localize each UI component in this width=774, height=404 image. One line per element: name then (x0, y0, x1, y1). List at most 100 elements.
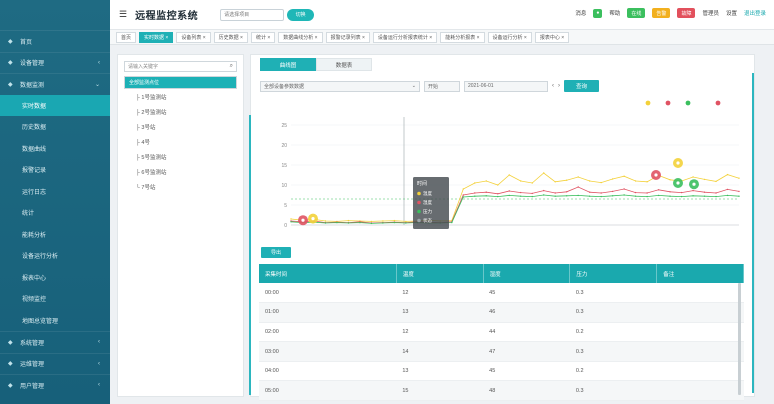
prev-icon[interactable]: ‹ (552, 83, 554, 89)
table-row[interactable]: 04:00 13 45 0.2 (259, 361, 744, 382)
date-input[interactable]: 2021-06-01 (464, 80, 548, 92)
column-header[interactable]: 湿度 (483, 264, 571, 283)
sidebar-item-7[interactable]: 运行日志 (0, 181, 110, 203)
main-panel: 曲线图 数据表 全部设备参数数据 ⌄ 开始 2021-06-01 ‹ › 查询 … (249, 54, 755, 402)
y-tick-label: 25 (281, 123, 287, 129)
y-tick-label: 15 (281, 163, 287, 169)
tab-item[interactable]: 报警记录列表 × (325, 31, 370, 43)
tab-item[interactable]: 设备运行分析报表统计 × (372, 31, 438, 43)
table-row[interactable]: 02:00 12 44 0.2 (259, 322, 744, 343)
settings-link[interactable]: 设置 (726, 9, 737, 17)
data-point (703, 191, 706, 193)
tree-node[interactable]: 全部监测点位 (124, 76, 237, 89)
device-tree-panel: 请输入关键字 ⌕ 全部监测点位 ├ 1号监测站 ├ 2号监测站 ├ 3号站 ├ 4号 ├ … (117, 54, 244, 397)
device-select[interactable]: 全部设备参数数据 ⌄ (260, 80, 420, 92)
alarm-badge[interactable]: 告警 (652, 8, 671, 18)
tab-item[interactable]: 报表中心 × (534, 31, 570, 43)
tab-item[interactable]: 设备运行分析 × (487, 31, 532, 43)
sidebar-item-label: 地图总览管理 (22, 318, 59, 325)
query-button[interactable]: 查询 (564, 80, 599, 92)
sidebar: ◆ 首页 ◆ 设备管理 ‹ ◆ 数据监测 ⌄ 实时数据 历史数据 数据曲线 报警记录 运行日志 统计 能耗分… (0, 0, 110, 404)
data-point (359, 221, 361, 224)
data-point (531, 192, 533, 195)
sidebar-item-16[interactable]: ◆ 用户管理 ‹ (0, 374, 110, 396)
table-scrollbar[interactable] (738, 283, 741, 395)
sidebar-item-4[interactable]: 历史数据 (0, 116, 110, 138)
start-select[interactable]: 开始 (424, 80, 460, 92)
tab-table[interactable]: 数据表 (316, 58, 372, 71)
column-header[interactable]: 温度 (396, 264, 484, 283)
user-name[interactable]: 管理员 (702, 9, 719, 17)
tab-item[interactable]: 统计 × (250, 31, 276, 43)
tree-node[interactable]: └ 7号站 (118, 179, 243, 194)
table-cell: 44 (483, 322, 570, 343)
tree-node[interactable]: ├ 4号 (118, 134, 243, 149)
tab-item[interactable]: 首页 (116, 31, 137, 43)
next-icon[interactable]: › (558, 83, 560, 89)
project-select[interactable]: 请选择项目 (220, 8, 285, 21)
sidebar-item-label: 首页 (20, 39, 33, 46)
tree-node[interactable]: ├ 1号监测站 (118, 89, 243, 104)
search-icon[interactable]: ⌕ (230, 63, 233, 70)
sidebar-item-14[interactable]: ◆ 系统管理 ‹ (0, 331, 110, 353)
menu-toggle-icon[interactable]: ☰ (119, 9, 127, 20)
column-header[interactable]: 压力 (569, 264, 658, 283)
tooltip-item-label: 压力 (423, 208, 432, 215)
data-point (611, 190, 614, 193)
line-chart[interactable]: 25 20 15 10 5 0 时间温度湿度压力状态 (251, 95, 751, 240)
sidebar-item-0[interactable]: ◆ 首页 (0, 30, 110, 52)
project-switch-button[interactable]: 切换 (287, 8, 315, 21)
table-cell: 0.3 (569, 380, 657, 402)
tree-node[interactable]: ├ 3号站 (118, 119, 243, 134)
fault-badge[interactable]: 故障 (677, 8, 696, 18)
tree-search-input[interactable]: 请输入关键字 ⌕ (124, 61, 237, 72)
table-row[interactable]: 05:00 15 48 0.3 (259, 380, 744, 402)
tooltip-swatch (417, 218, 421, 223)
column-header[interactable]: 备注 (656, 264, 744, 283)
tab-item[interactable]: 数据曲线分析 × (278, 31, 323, 43)
table-cell: 14 (396, 341, 484, 362)
table-cell: 0.2 (569, 361, 657, 382)
tab-item[interactable]: 能耗分析报表 × (440, 31, 485, 43)
sidebar-item-1[interactable]: ◆ 设备管理 ‹ (0, 51, 110, 74)
table-cell: 01:00 (259, 302, 397, 323)
sidebar-item-label: 系统管理 (20, 340, 45, 347)
sidebar-item-6[interactable]: 报警记录 (0, 159, 110, 181)
table-cell: 0.2 (569, 322, 657, 343)
sidebar-item-label: 用户管理 (20, 383, 45, 390)
data-point (405, 220, 407, 223)
message-link[interactable]: 消息 (575, 9, 586, 17)
sidebar-item-2[interactable]: ◆ 数据监测 ⌄ (0, 73, 110, 95)
sidebar-item-8[interactable]: 统计 (0, 202, 110, 224)
data-point (336, 221, 338, 224)
sidebar-item-11[interactable]: 报表中心 (0, 267, 110, 289)
table-row[interactable]: 03:00 14 47 0.3 (259, 341, 744, 362)
tab-item[interactable]: 设备列表 × (176, 31, 211, 43)
table-row[interactable]: 00:00 12 45 0.3 (259, 283, 744, 304)
sidebar-item-5[interactable]: 数据曲线 (0, 138, 110, 160)
data-point (347, 219, 350, 222)
online-badge[interactable]: 在线 (627, 8, 646, 18)
data-point (692, 189, 694, 192)
sidebar-item-9[interactable]: 能耗分析 (0, 224, 110, 246)
table-cell: 12 (396, 322, 484, 343)
tree-node[interactable]: ├ 5号监测站 (118, 149, 243, 164)
tab-item[interactable]: 历史数据 × (213, 31, 248, 43)
logout-link[interactable]: 退出登录 (744, 9, 766, 17)
tab-item[interactable]: 实时数据 × (139, 31, 174, 43)
export-button[interactable]: 导出 (261, 247, 291, 258)
marker-dot (692, 182, 696, 186)
sidebar-item-10[interactable]: 设备运行分析 (0, 245, 110, 267)
tree-node[interactable]: ├ 6号监测站 (118, 164, 243, 179)
table-row[interactable]: 01:00 13 46 0.3 (259, 302, 744, 323)
column-header[interactable]: 采集时间 (259, 264, 397, 283)
sidebar-item-15[interactable]: ◆ 运维管理 ‹ (0, 352, 110, 375)
tab-chart[interactable]: 曲线图 (260, 58, 316, 71)
sidebar-item-12[interactable]: 视频监控 (0, 288, 110, 310)
tree-node[interactable]: ├ 2号监测站 (118, 104, 243, 119)
sidebar-item-3[interactable]: 实时数据 (0, 94, 110, 116)
sidebar-item-13[interactable]: 地图总览管理 (0, 310, 110, 332)
sidebar-item-label: 报表中心 (22, 275, 47, 282)
help-link[interactable]: 帮助 (609, 9, 620, 17)
data-point (393, 219, 396, 222)
